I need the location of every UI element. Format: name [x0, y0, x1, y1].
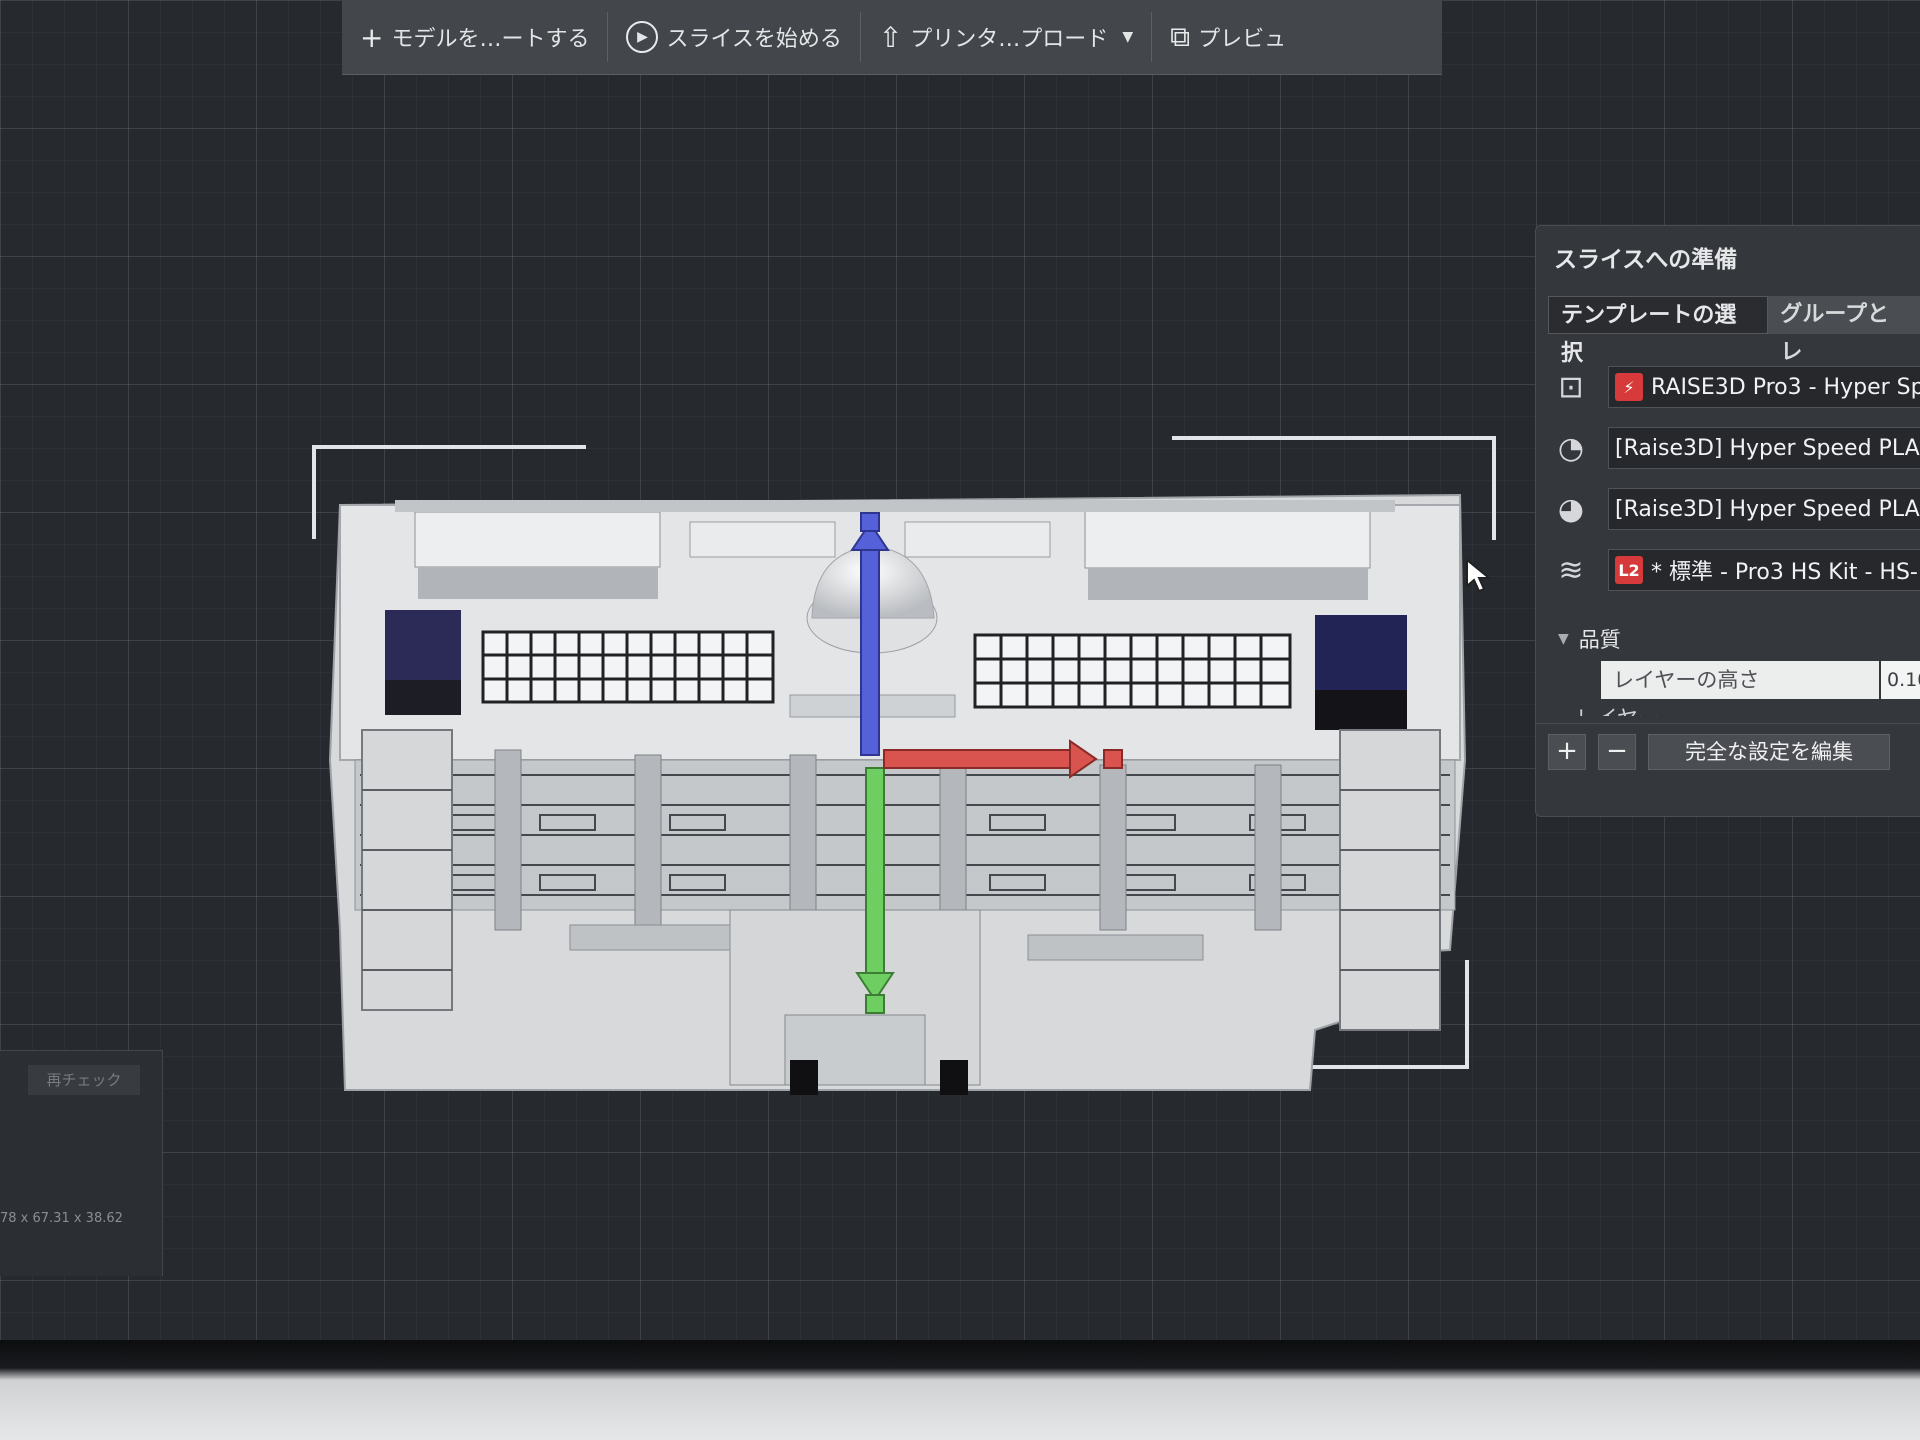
quality-section-label: 品質 — [1578, 628, 1621, 652]
profile-badge: L2 — [1615, 556, 1643, 584]
filament-right-label: [Raise3D] Hyper Speed PLA 1 — [1615, 496, 1920, 522]
model-render[interactable] — [300, 430, 1500, 1100]
filament-left-label: [Raise3D] Hyper Speed PLA 1 — [1615, 435, 1920, 461]
slice-prep-panel: スライスへの準備 テンプレートの選択 グループとレ ⊡ ⚡ RAISE3D Pr… — [1535, 225, 1920, 817]
printer-preset-row: ⊡ ⚡ RAISE3D Pro3 - Hyper Sp — [1548, 360, 1920, 414]
printer-preset-label: RAISE3D Pro3 - Hyper Sp — [1651, 374, 1920, 400]
filament-right-select[interactable]: [Raise3D] Hyper Speed PLA 1 — [1608, 488, 1920, 530]
tab-group[interactable]: グループとレ — [1768, 296, 1920, 365]
printer-icon: ⊡ — [1558, 369, 1584, 405]
extruder-right-icon: ◕ — [1557, 491, 1585, 527]
add-model-button[interactable]: + モデルを…ートする — [342, 0, 607, 74]
layers-section-toggle[interactable]: ▼ レイヤー — [1558, 702, 1659, 716]
model-dimensions: 78 x 67.31 x 38.62 — [0, 1211, 123, 1226]
chevron-down-icon[interactable]: ▼ — [1122, 29, 1133, 45]
recheck-button[interactable]: 再チェック — [28, 1065, 140, 1095]
profile-preset-select[interactable]: L2 * 標準 - Pro3 HS Kit - HS-P — [1608, 549, 1920, 591]
printer-preset-select[interactable]: ⚡ RAISE3D Pro3 - Hyper Sp — [1608, 366, 1920, 408]
add-preset-button[interactable]: + — [1548, 734, 1586, 770]
profile-preset-label: * 標準 - Pro3 HS Kit - HS-P — [1651, 560, 1920, 585]
play-icon: ▶ — [626, 21, 659, 53]
tab-template-select[interactable]: テンプレートの選択 — [1548, 296, 1769, 366]
filament-right-row: ◕ [Raise3D] Hyper Speed PLA 1 — [1548, 482, 1920, 536]
model-selection[interactable] — [300, 430, 1500, 1100]
printer-upload-button[interactable]: ⇧ プリンタ…プロード ▼ — [861, 0, 1151, 74]
triangle-down-icon: ▼ — [1558, 713, 1569, 716]
profile-preset-row: ≋ L2 * 標準 - Pro3 HS Kit - HS-P — [1548, 543, 1920, 597]
plus-icon: + — [360, 20, 384, 54]
extruder-left-icon: ◔ — [1557, 430, 1585, 466]
panel-footer: + − 完全な設定を編集 — [1536, 723, 1920, 784]
mouse-cursor-icon — [1466, 558, 1492, 593]
printer-upload-label: プリンタ…プロード — [910, 27, 1109, 52]
right-vent-grid — [973, 633, 1292, 709]
panel-title: スライスへの準備 — [1554, 247, 1738, 273]
preview-button[interactable]: ⧉ プレビュ — [1152, 0, 1304, 74]
layers-section-label: レイヤー — [1575, 706, 1658, 716]
layers-icon: ≋ — [1558, 552, 1584, 588]
left-vent-grid — [481, 630, 775, 704]
add-model-label: モデルを…ートする — [391, 27, 590, 52]
3d-viewport[interactable]: + モデルを…ートする ▶ スライスを始める ⇧ プリンタ…プロード ▼ ⧉ プ… — [0, 0, 1920, 1340]
remove-preset-button[interactable]: − — [1598, 734, 1636, 770]
preview-label: プレビュ — [1198, 27, 1287, 52]
top-toolbar: + モデルを…ートする ▶ スライスを始める ⇧ プリンタ…プロード ▼ ⧉ プ… — [342, 0, 1442, 75]
start-slice-button[interactable]: ▶ スライスを始める — [608, 0, 859, 74]
edit-full-settings-button[interactable]: 完全な設定を編集 — [1648, 734, 1890, 770]
lightning-icon: ⚡ — [1615, 373, 1643, 401]
preview-icon: ⧉ — [1170, 20, 1191, 53]
monitor-bezel — [0, 1340, 1920, 1440]
start-slice-label: スライスを始める — [666, 27, 842, 52]
triangle-down-icon: ▼ — [1558, 631, 1569, 647]
layer-height-label: レイヤーの高さ — [1601, 661, 1879, 699]
filament-left-select[interactable]: [Raise3D] Hyper Speed PLA 1 — [1608, 427, 1920, 469]
panel-tabs: テンプレートの選択 グループとレ — [1548, 296, 1920, 366]
layer-height-input[interactable]: 0.10 — [1881, 661, 1920, 699]
model-info-panel: 再チェック 78 x 67.31 x 38.62 — [0, 1050, 163, 1276]
quality-section-toggle[interactable]: ▼ 品質 — [1558, 624, 1621, 654]
filament-left-row: ◔ [Raise3D] Hyper Speed PLA 1 — [1548, 421, 1920, 475]
upload-icon: ⇧ — [878, 20, 903, 54]
